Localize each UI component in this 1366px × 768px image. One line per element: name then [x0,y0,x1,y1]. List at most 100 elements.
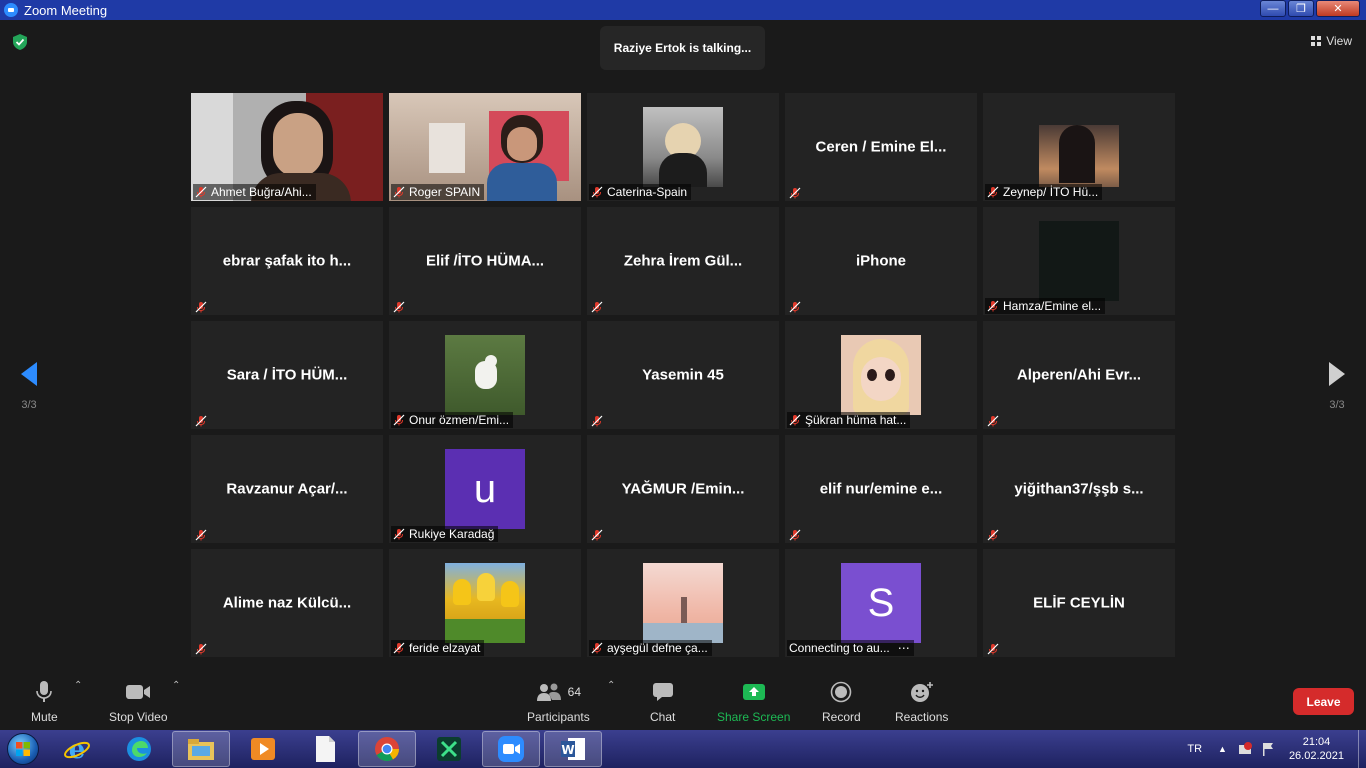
participant-tile[interactable]: ebrar şafak ito h... [191,207,383,315]
view-button[interactable]: View [1311,34,1352,48]
file-explorer-icon[interactable] [172,731,230,767]
system-tray: TR ▲ 21:04 26.02.2021 [1187,730,1366,768]
chat-button[interactable]: Chat [650,680,675,724]
mic-muted-icon [987,643,999,655]
participant-tile[interactable]: Şükran hüma hat... [785,321,977,429]
participant-tile[interactable]: Alime naz Külcü... [191,549,383,657]
participant-label-name: Şükran hüma hat... [805,413,907,427]
media-player-icon[interactable] [234,731,292,767]
close-button[interactable]: ✕ [1316,0,1360,17]
stop-video-button[interactable]: Stop Video [109,680,168,724]
participant-avatar: S [841,563,921,643]
leave-button[interactable]: Leave [1293,688,1354,715]
participant-tile[interactable]: Alperen/Ahi Evr... [983,321,1175,429]
participant-tile[interactable]: Hamza/Emine el... [983,207,1175,315]
share-screen-button[interactable]: Share Screen [717,680,790,724]
action-center-flag-icon[interactable] [1261,741,1275,757]
windows-logo-icon [7,733,39,765]
participant-label: Rukiye Karadağ [391,526,499,542]
participant-tile[interactable]: Roger SPAIN [389,93,581,201]
security-alert-icon[interactable] [1237,741,1253,757]
clock-time: 21:04 [1302,736,1331,748]
participant-label: Şükran hüma hat... [787,412,911,428]
participant-label: Zeynep/ İTO Hü... [985,184,1103,200]
participant-tile[interactable]: Zehra İrem Gül... [587,207,779,315]
mic-muted-icon [987,415,999,427]
maximize-button[interactable]: ❐ [1288,0,1314,17]
previous-page-button[interactable]: 3/3 [14,360,44,411]
participant-tile[interactable]: Zeynep/ İTO Hü... [983,93,1175,201]
mic-muted-icon [195,415,207,427]
participant-tile[interactable]: elif nur/emine e... [785,435,977,543]
participant-tile[interactable]: yiğithan37/şşb s... [983,435,1175,543]
participant-label: Caterina-Spain [589,184,692,200]
participant-tile[interactable]: u Rukiye Karadağ [389,435,581,543]
show-desktop-button[interactable] [1358,730,1366,768]
participant-tile[interactable]: Ceren / Emine El... [785,93,977,201]
edge-browser-icon[interactable] [110,731,168,767]
green-app-icon[interactable] [420,731,478,767]
participant-label [589,528,607,542]
participant-tile[interactable]: ELİF CEYLİN [983,549,1175,657]
participant-tile[interactable]: YAĞMUR /Emin... [587,435,779,543]
video-camera-icon [125,680,151,704]
page-indicator-right: 3/3 [1329,399,1345,411]
mute-button[interactable]: Mute [31,680,58,724]
participant-tile[interactable]: Caterina-Spain [587,93,779,201]
participant-tile[interactable]: ayşegül defne ça... [587,549,779,657]
participants-label: Participants [527,710,590,724]
page-indicator-left: 3/3 [21,399,37,411]
share-screen-icon [742,680,766,704]
participant-label-name: Connecting to au... [789,641,890,655]
more-dots-icon[interactable]: ⋯ [898,641,910,655]
zoom-app-icon[interactable] [482,731,540,767]
document-icon[interactable] [296,731,354,767]
system-clock[interactable]: 21:04 26.02.2021 [1289,735,1344,763]
participant-tile[interactable]: Ravzanur Açar/... [191,435,383,543]
participant-tile[interactable]: S Connecting to au... ⋯ [785,549,977,657]
mic-muted-icon [789,301,801,313]
participant-tile[interactable]: iPhone [785,207,977,315]
start-button[interactable] [0,730,46,768]
microphone-icon [35,680,53,704]
next-page-button[interactable]: 3/3 [1322,360,1352,411]
encryption-shield-icon[interactable] [11,33,29,51]
chat-label: Chat [650,710,676,724]
mic-muted-icon [195,529,207,541]
participant-label [787,186,805,200]
reactions-button[interactable]: Reactions [895,680,948,724]
record-button[interactable]: Record [822,680,861,724]
participants-button[interactable]: 64 Participants [527,680,590,724]
participant-tile[interactable]: feride elzayat [389,549,581,657]
participant-label-name: Ahmet Buğra/Ahi... [211,185,312,199]
participant-tile[interactable]: Ahmet Buğra/Ahi... [191,93,383,201]
word-app-icon[interactable]: W [544,731,602,767]
minimize-button[interactable]: — [1260,0,1286,17]
participant-label-name: Rukiye Karadağ [409,527,495,541]
mic-muted-icon [789,187,801,199]
internet-explorer-icon[interactable]: e [48,731,106,767]
participant-tile[interactable]: Onur özmen/Emi... [389,321,581,429]
zoom-logo-icon [4,3,18,17]
participant-tile[interactable]: Elif /İTO HÜMA... [389,207,581,315]
video-options-caret-icon[interactable]: ⌃ [172,680,180,691]
participant-label-name: Roger SPAIN [409,185,481,199]
show-hidden-icons-icon[interactable]: ▲ [1218,744,1227,754]
participant-label: ayşegül defne ça... [589,640,712,656]
participant-tile[interactable]: Yasemin 45 [587,321,779,429]
record-icon [830,680,852,704]
participant-name: ELİF CEYLİN [1033,594,1125,612]
participant-tile[interactable]: Sara / İTO HÜM... [191,321,383,429]
participant-label-name: Hamza/Emine el... [1003,299,1102,313]
participants-options-caret-icon[interactable]: ⌃ [607,680,615,691]
audio-options-caret-icon[interactable]: ⌃ [74,680,82,691]
participant-profile-picture [1039,107,1119,187]
chrome-browser-icon[interactable] [358,731,416,767]
participant-label [589,300,607,314]
mute-label: Mute [31,710,58,724]
language-indicator[interactable]: TR [1187,743,1202,755]
zoom-window: Zoom Meeting — ❐ ✕ Raziye Ertok is talki… [0,0,1366,768]
avatar-initial: S [841,563,921,643]
participant-label [193,528,211,542]
smiley-add-icon [910,680,934,704]
